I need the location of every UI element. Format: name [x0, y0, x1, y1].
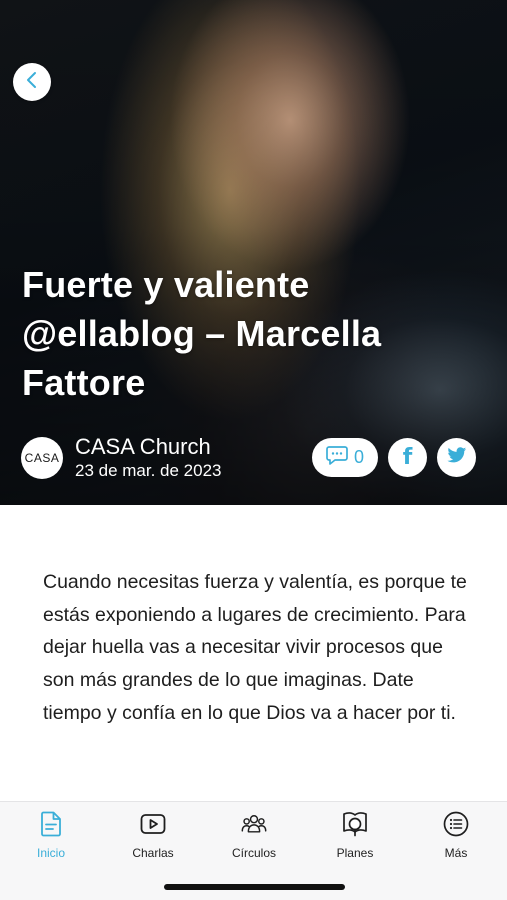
article-title: Fuerte y valiente @ellablog – Marcella F…	[22, 264, 382, 403]
casa-logo: CASA	[24, 451, 60, 465]
tab-inicio[interactable]: Inicio	[6, 810, 96, 862]
tab-label-planes: Planes	[336, 846, 374, 860]
twitter-share-button[interactable]	[437, 438, 476, 477]
comment-icon	[326, 445, 348, 470]
tab-label-circulos: Círculos	[231, 846, 276, 860]
chevron-left-icon	[25, 71, 39, 94]
comment-count: 0	[353, 447, 364, 467]
home-indicator[interactable]	[164, 884, 345, 890]
people-icon	[241, 810, 267, 838]
tab-label-charlas: Charlas	[132, 846, 174, 860]
tab-mas[interactable]: Más	[411, 810, 501, 862]
tab-label-mas: Más	[444, 846, 468, 860]
tab-charlas[interactable]: Charlas	[108, 810, 198, 862]
author-avatar: CASA	[21, 437, 63, 479]
document-icon	[38, 810, 64, 838]
book-icon	[342, 810, 368, 838]
article-body: Cuando necesitas fuerza y valentía, es p…	[43, 571, 467, 724]
tab-label-inicio: Inicio	[36, 846, 65, 860]
hero-overlay	[0, 0, 507, 505]
comments-button[interactable]: 0	[312, 438, 378, 477]
back-button[interactable]	[13, 63, 51, 101]
facebook-share-button[interactable]: f	[388, 438, 427, 477]
author-name: CASA Church	[75, 434, 211, 459]
twitter-icon	[446, 446, 467, 469]
post-date: 23 de mar. de 2023	[75, 461, 222, 480]
facebook-icon: f	[402, 444, 413, 470]
tab-circulos[interactable]: Círculos	[209, 810, 299, 862]
play-icon	[140, 810, 166, 838]
list-icon	[443, 810, 469, 838]
tab-planes[interactable]: Planes	[310, 810, 400, 862]
